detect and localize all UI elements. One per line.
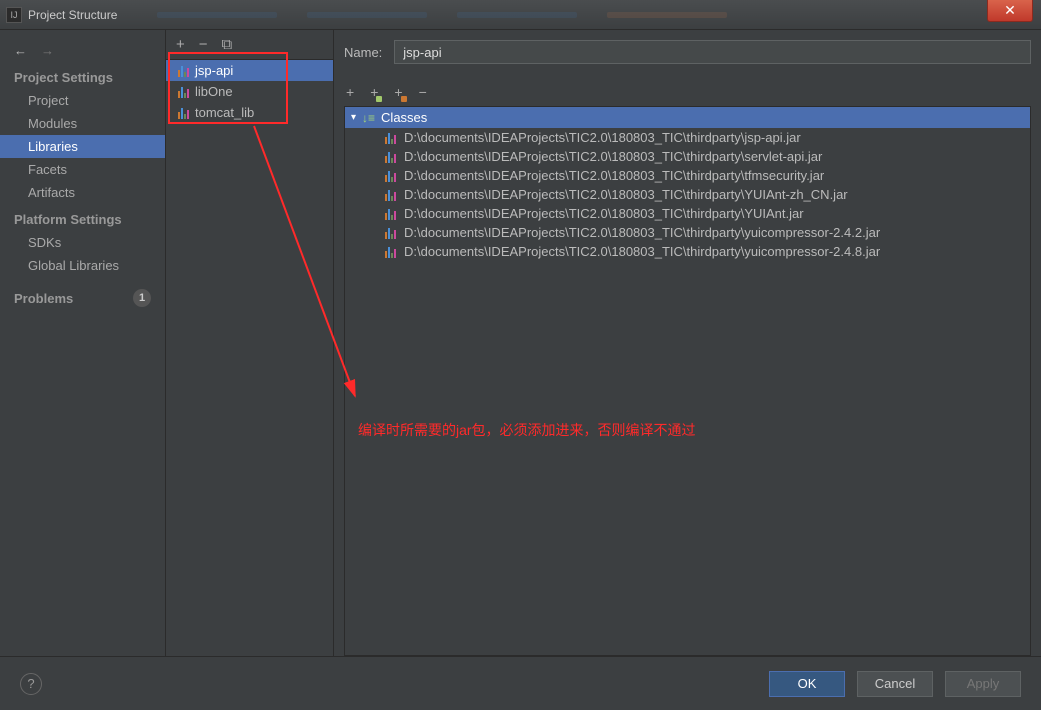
library-label: tomcat_lib bbox=[195, 105, 254, 120]
sidebar-item-project[interactable]: Project bbox=[0, 89, 165, 112]
tree-header-classes[interactable]: ▾ ↓≡ Classes bbox=[345, 107, 1030, 128]
sidebar-item-global-libraries[interactable]: Global Libraries bbox=[0, 254, 165, 277]
tree-header-label: Classes bbox=[381, 110, 427, 125]
add-icon[interactable]: + bbox=[176, 36, 185, 53]
close-button[interactable]: ✕ bbox=[987, 0, 1033, 22]
sidebar-item-libraries[interactable]: Libraries bbox=[0, 135, 165, 158]
jar-icon bbox=[385, 208, 396, 220]
library-item-libone[interactable]: libOne bbox=[166, 81, 333, 102]
library-item-tomcat-lib[interactable]: tomcat_lib bbox=[166, 102, 333, 123]
sidebar-item-artifacts[interactable]: Artifacts bbox=[0, 181, 165, 204]
jar-path: D:\documents\IDEAProjects\TIC2.0\180803_… bbox=[404, 187, 848, 202]
sidebar-item-modules[interactable]: Modules bbox=[0, 112, 165, 135]
jar-path: D:\documents\IDEAProjects\TIC2.0\180803_… bbox=[404, 244, 880, 259]
library-icon bbox=[178, 107, 189, 119]
add-folder-icon[interactable]: + bbox=[370, 84, 378, 100]
jar-row[interactable]: D:\documents\IDEAProjects\TIC2.0\180803_… bbox=[345, 242, 1030, 261]
jar-row[interactable]: D:\documents\IDEAProjects\TIC2.0\180803_… bbox=[345, 128, 1030, 147]
library-toolbar: + − ⧉ bbox=[166, 30, 333, 60]
jar-icon bbox=[385, 227, 396, 239]
copy-icon[interactable]: ⧉ bbox=[222, 36, 233, 53]
app-icon: IJ bbox=[6, 7, 22, 23]
jar-row[interactable]: D:\documents\IDEAProjects\TIC2.0\180803_… bbox=[345, 166, 1030, 185]
sidebar-item-sdks[interactable]: SDKs bbox=[0, 231, 165, 254]
jar-row[interactable]: D:\documents\IDEAProjects\TIC2.0\180803_… bbox=[345, 204, 1030, 223]
ok-button[interactable]: OK bbox=[769, 671, 845, 697]
library-list-panel: + − ⧉ jsp-api libOne tomcat_lib bbox=[166, 30, 334, 656]
jar-path: D:\documents\IDEAProjects\TIC2.0\180803_… bbox=[404, 225, 880, 240]
background-tabs bbox=[157, 12, 727, 18]
library-list: jsp-api libOne tomcat_lib bbox=[166, 60, 333, 123]
section-project-settings: Project Settings bbox=[0, 62, 165, 89]
jar-row[interactable]: D:\documents\IDEAProjects\TIC2.0\180803_… bbox=[345, 223, 1030, 242]
nav-back-icon[interactable]: ← bbox=[14, 43, 27, 58]
add-jar-icon[interactable]: + bbox=[346, 84, 354, 100]
jar-row[interactable]: D:\documents\IDEAProjects\TIC2.0\180803_… bbox=[345, 147, 1030, 166]
cancel-button[interactable]: Cancel bbox=[857, 671, 933, 697]
jar-icon bbox=[385, 170, 396, 182]
help-button[interactable]: ? bbox=[20, 673, 42, 695]
jar-path: D:\documents\IDEAProjects\TIC2.0\180803_… bbox=[404, 130, 801, 145]
chevron-down-icon: ▾ bbox=[351, 112, 356, 123]
jar-path: D:\documents\IDEAProjects\TIC2.0\180803_… bbox=[404, 149, 822, 164]
nav-forward-icon: → bbox=[41, 43, 54, 58]
jar-icon bbox=[385, 246, 396, 258]
sidebar-item-problems[interactable]: Problems 1 bbox=[0, 277, 165, 311]
titlebar: IJ Project Structure ✕ bbox=[0, 0, 1041, 30]
library-icon bbox=[178, 65, 189, 77]
window-title: Project Structure bbox=[28, 8, 117, 22]
library-label: jsp-api bbox=[195, 63, 233, 78]
library-icon bbox=[178, 86, 189, 98]
sidebar: ← → Project Settings Project Modules Lib… bbox=[0, 30, 166, 656]
detail-panel: Name: + + + − ▾ ↓≡ Classes D:\documents\… bbox=[334, 30, 1041, 656]
jar-row[interactable]: D:\documents\IDEAProjects\TIC2.0\180803_… bbox=[345, 185, 1030, 204]
sort-icon: ↓≡ bbox=[362, 111, 375, 125]
problems-badge: 1 bbox=[133, 289, 151, 307]
library-name-input[interactable] bbox=[394, 40, 1031, 64]
jar-icon bbox=[385, 132, 396, 144]
jar-path: D:\documents\IDEAProjects\TIC2.0\180803_… bbox=[404, 168, 824, 183]
library-label: libOne bbox=[195, 84, 233, 99]
footer: ? OK Cancel Apply bbox=[0, 656, 1041, 710]
jar-path: D:\documents\IDEAProjects\TIC2.0\180803_… bbox=[404, 206, 804, 221]
section-platform-settings: Platform Settings bbox=[0, 204, 165, 231]
sidebar-item-facets[interactable]: Facets bbox=[0, 158, 165, 181]
detail-toolbar: + + + − bbox=[344, 78, 1031, 106]
library-item-jsp-api[interactable]: jsp-api bbox=[166, 60, 333, 81]
name-label: Name: bbox=[344, 45, 382, 60]
classes-tree[interactable]: ▾ ↓≡ Classes D:\documents\IDEAProjects\T… bbox=[344, 106, 1031, 656]
add-url-icon[interactable]: + bbox=[394, 84, 402, 100]
apply-button[interactable]: Apply bbox=[945, 671, 1021, 697]
remove-icon[interactable]: − bbox=[199, 36, 208, 53]
problems-label: Problems bbox=[14, 291, 73, 306]
jar-icon bbox=[385, 189, 396, 201]
remove-jar-icon[interactable]: − bbox=[419, 84, 427, 100]
jar-icon bbox=[385, 151, 396, 163]
